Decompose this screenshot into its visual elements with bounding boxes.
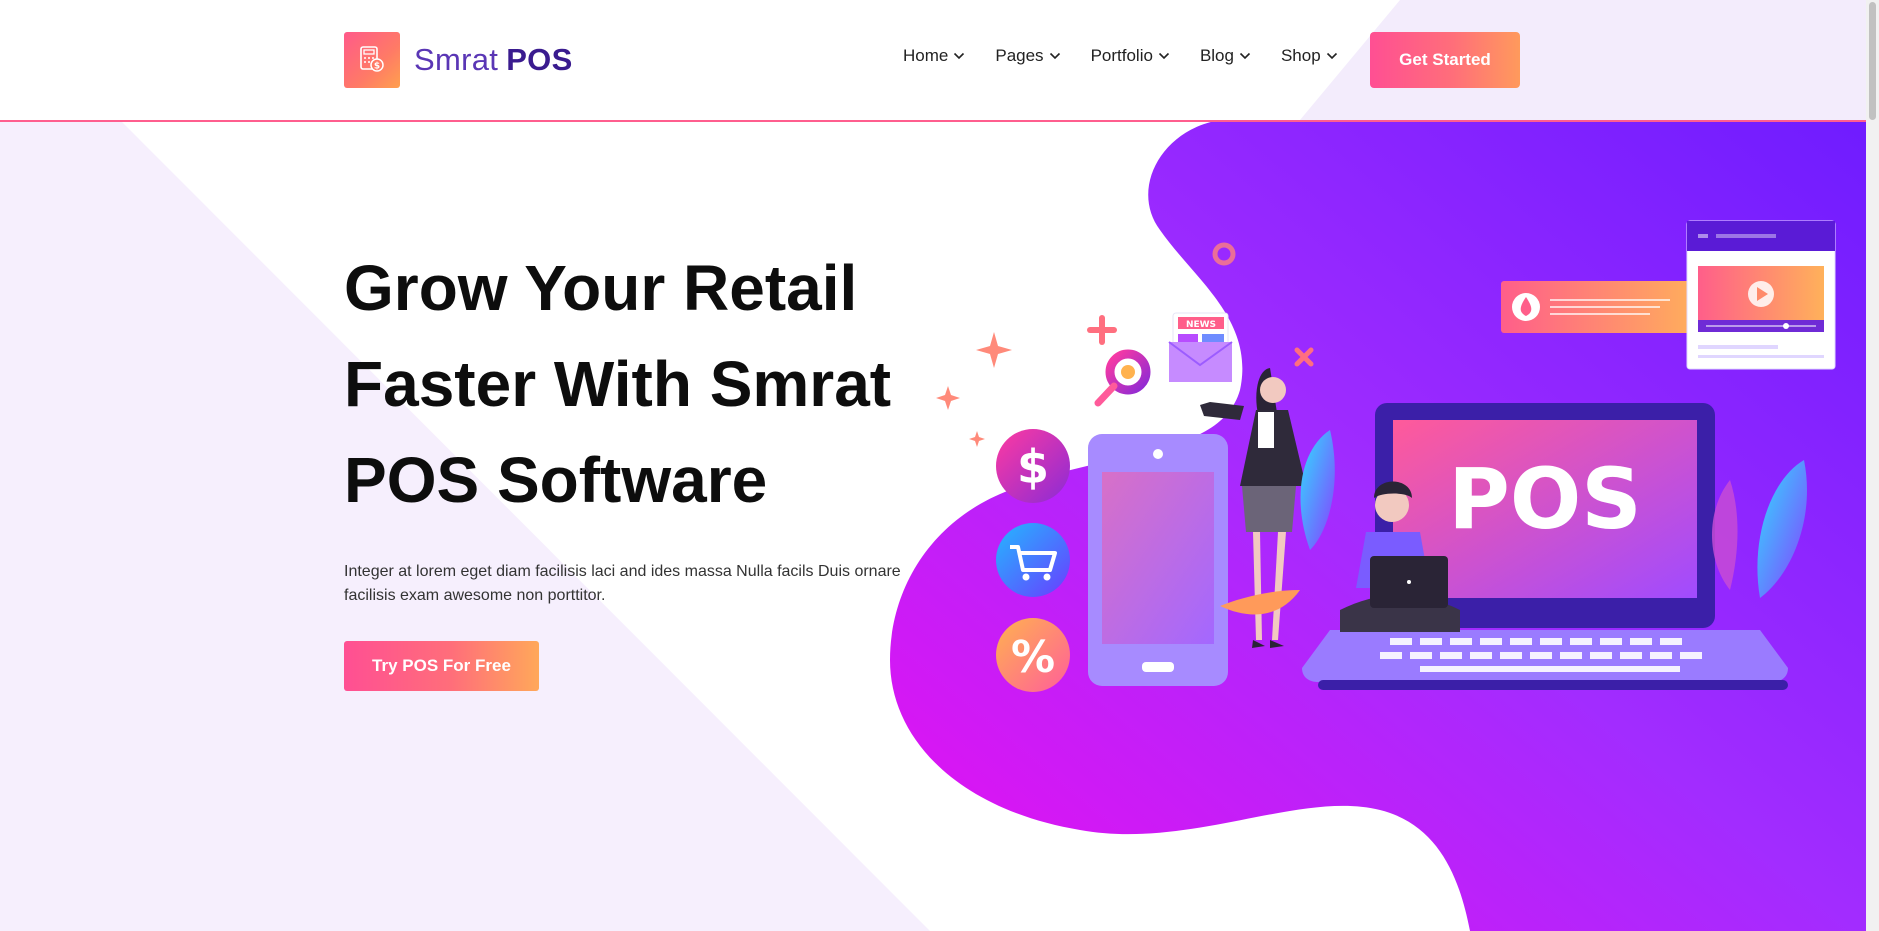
hero-title-line-1: Grow Your Retail [344, 252, 858, 324]
chevron-down-icon [954, 52, 965, 60]
magnifier-chart-icon [1094, 349, 1151, 407]
calculator-dollar-icon: $ [344, 32, 400, 88]
news-badge: NEWS [1186, 320, 1216, 330]
page: $ Smrat POS Home Pages Portfolio Blog Sh… [0, 0, 1866, 931]
nav-item-label: Blog [1199, 46, 1234, 65]
nav-item-label: Shop [1280, 46, 1321, 65]
nav-item-portfolio[interactable]: Portfolio [1091, 46, 1170, 66]
notification-card [1501, 281, 1701, 333]
brand-name-bold: POS [506, 42, 573, 77]
nav-item-shop[interactable]: Shop [1281, 46, 1338, 66]
plus-icon [1087, 315, 1117, 345]
svg-text:$: $ [1017, 440, 1049, 494]
envelope-news-icon: NEWS [1168, 312, 1233, 382]
chevron-down-icon [1049, 52, 1060, 60]
brand-name: Smrat POS [414, 42, 573, 78]
site-header: $ Smrat POS Home Pages Portfolio Blog Sh… [0, 0, 1866, 122]
get-started-button[interactable]: Get Started [1370, 32, 1520, 88]
cart-icon [996, 523, 1070, 597]
nav-item-blog[interactable]: Blog [1200, 46, 1251, 66]
play-video-icon [1748, 281, 1774, 307]
main-nav: Home Pages Portfolio Blog Shop [903, 46, 1368, 66]
percent-icon: % [996, 618, 1070, 692]
chevron-down-icon [1158, 52, 1170, 60]
chevron-down-icon [1239, 52, 1251, 60]
vertical-scrollbar[interactable] [1866, 0, 1879, 931]
nav-item-label: Pages [995, 46, 1044, 65]
hero-title-line-2: Faster With Smrat [344, 348, 892, 420]
hero-description: Integer at lorem eget diam facilisis lac… [344, 563, 901, 604]
try-pos-button[interactable]: Try POS For Free [344, 641, 539, 691]
video-card [1686, 220, 1836, 370]
nav-item-label: Home [903, 46, 949, 65]
nav-item-home[interactable]: Home [903, 46, 965, 66]
nav-item-pages[interactable]: Pages [995, 46, 1060, 66]
chevron-down-icon [1326, 52, 1337, 60]
hero-title-line-3: POS Software [344, 444, 768, 516]
laptop-screen-text: POS [1448, 450, 1641, 548]
nav-item-label: Portfolio [1090, 46, 1153, 65]
brand-name-light: Smrat [414, 42, 499, 77]
hero-title: Grow Your Retail Faster With Smrat POS S… [344, 240, 904, 528]
logo[interactable]: $ Smrat POS [344, 32, 573, 88]
dollar-icon: $ [996, 429, 1070, 503]
svg-text:%: % [1011, 632, 1055, 683]
phone-device [1088, 434, 1228, 686]
svg-text:$: $ [374, 62, 380, 72]
sparkle-icon [936, 332, 1012, 447]
hero-illustration: NEWS $ % POS [890, 120, 1866, 931]
scrollbar-thumb[interactable] [1869, 2, 1876, 120]
